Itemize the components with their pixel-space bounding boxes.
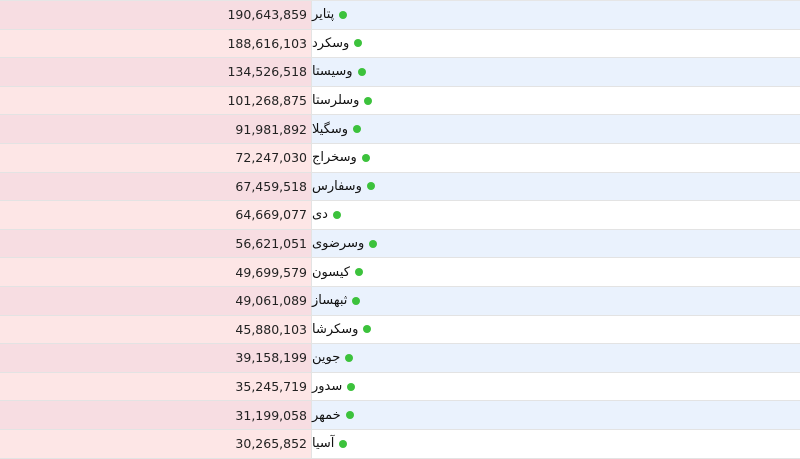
status-dot-icon	[357, 67, 366, 76]
symbol-label: وسگیلا	[312, 122, 362, 137]
table-row[interactable]: 134,526,518 وسیستا	[0, 58, 800, 87]
symbol-name[interactable]: وسکرشا	[312, 322, 358, 337]
name-cell: پتایر	[312, 1, 800, 29]
symbol-label: وسکرشا	[312, 322, 372, 337]
symbol-label: سدور	[312, 379, 356, 394]
value-cell: 45,880,103	[0, 315, 312, 344]
symbol-name[interactable]: سدور	[312, 379, 342, 394]
table-row[interactable]: 56,621,051 وسرضوی	[0, 229, 800, 259]
symbol-name[interactable]: وسیستا	[312, 64, 353, 79]
status-dot-icon	[354, 268, 363, 277]
symbol-label: وسلرستا	[312, 93, 373, 108]
symbol-name[interactable]: وسرضوی	[312, 236, 364, 251]
name-cell: وسگیلا	[312, 115, 800, 143]
name-cell: سدور	[312, 372, 800, 401]
symbol-label: وسفارس	[312, 179, 375, 194]
symbol-label: پتایر	[312, 7, 348, 22]
symbol-label: وسرضوی	[312, 236, 378, 251]
name-cell: جوین	[312, 344, 800, 372]
value-cell: 72,247,030	[0, 143, 312, 172]
symbol-name[interactable]: دی	[312, 207, 328, 222]
status-dot-icon	[345, 411, 354, 420]
table-row[interactable]: 39,158,199 جوین	[0, 344, 800, 373]
value-cell: 91,981,892	[0, 115, 312, 143]
value-cell: 31,199,058	[0, 401, 312, 429]
symbol-name[interactable]: کیسون	[312, 265, 350, 280]
symbol-name[interactable]: ثبهساز	[312, 293, 347, 308]
symbol-name[interactable]: آسیا	[312, 436, 334, 451]
table-row[interactable]: 190,643,859 پتایر	[0, 1, 800, 30]
table-row[interactable]: 35,245,719 سدور	[0, 372, 800, 402]
name-cell: خمهر	[312, 401, 800, 429]
table-row[interactable]: 188,616,103 وسکرد	[0, 29, 800, 59]
table-row[interactable]: 45,880,103 وسکرشا	[0, 315, 800, 345]
symbol-label: وسکرد	[312, 36, 363, 51]
name-cell: وسکرشا	[312, 315, 800, 344]
name-cell: وسفارس	[312, 172, 800, 201]
status-dot-icon	[332, 210, 341, 219]
name-cell: ثبهساز	[312, 286, 800, 315]
status-dot-icon	[352, 296, 361, 305]
symbol-name[interactable]: وسگیلا	[312, 122, 348, 137]
status-dot-icon	[347, 382, 356, 391]
symbol-label: خمهر	[312, 408, 354, 423]
symbol-label: ثبهساز	[312, 293, 361, 308]
status-dot-icon	[364, 96, 373, 105]
table-row[interactable]: 91,981,892 وسگیلا	[0, 115, 800, 144]
status-dot-icon	[363, 325, 372, 334]
symbol-label: وسیستا	[312, 64, 366, 79]
status-dot-icon	[353, 125, 362, 134]
status-dot-icon	[339, 439, 348, 448]
status-dot-icon	[354, 39, 363, 48]
symbol-name[interactable]: وسخراج	[312, 150, 357, 165]
table-row[interactable]: 72,247,030 وسخراج	[0, 143, 800, 173]
name-cell: وسلرستا	[312, 86, 800, 115]
name-cell: وسیستا	[312, 58, 800, 86]
symbol-label: دی	[312, 207, 341, 222]
value-cell: 190,643,859	[0, 1, 312, 29]
symbol-label: آسیا	[312, 436, 348, 451]
value-cell: 49,699,579	[0, 258, 312, 286]
status-dot-icon	[339, 10, 348, 19]
value-cell: 101,268,875	[0, 86, 312, 115]
status-dot-icon	[366, 182, 375, 191]
symbol-name[interactable]: خمهر	[312, 408, 341, 423]
value-cell: 134,526,518	[0, 58, 312, 86]
value-cell: 35,245,719	[0, 372, 312, 401]
name-cell: دی	[312, 201, 800, 229]
status-dot-icon	[369, 239, 378, 248]
symbol-name[interactable]: وسلرستا	[312, 93, 359, 108]
table-row[interactable]: 49,699,579 کیسون	[0, 258, 800, 287]
table-row[interactable]: 101,268,875 وسلرستا	[0, 86, 800, 116]
table-row[interactable]: 30,265,852 آسیا	[0, 429, 800, 459]
name-cell: آسیا	[312, 429, 800, 458]
symbol-label: کیسون	[312, 265, 363, 280]
symbol-name[interactable]: وسفارس	[312, 179, 362, 194]
value-cell: 49,061,089	[0, 286, 312, 315]
value-cell: 188,616,103	[0, 29, 312, 58]
stock-value-table: 190,643,859 پتایر 188,616,103 وسکرد 134,…	[0, 0, 800, 459]
symbol-label: وسخراج	[312, 150, 370, 165]
symbol-name[interactable]: پتایر	[312, 7, 334, 22]
name-cell: وسرضوی	[312, 229, 800, 258]
symbol-label: جوین	[312, 350, 354, 365]
status-dot-icon	[345, 353, 354, 362]
value-cell: 56,621,051	[0, 229, 312, 258]
status-dot-icon	[361, 153, 370, 162]
name-cell: وسکرد	[312, 29, 800, 58]
value-cell: 39,158,199	[0, 344, 312, 372]
value-cell: 64,669,077	[0, 201, 312, 229]
symbol-name[interactable]: جوین	[312, 350, 340, 365]
table-row[interactable]: 67,459,518 وسفارس	[0, 172, 800, 202]
table-row[interactable]: 31,199,058 خمهر	[0, 401, 800, 430]
symbol-name[interactable]: وسکرد	[312, 36, 349, 51]
name-cell: کیسون	[312, 258, 800, 286]
name-cell: وسخراج	[312, 143, 800, 172]
table-row[interactable]: 64,669,077 دی	[0, 201, 800, 230]
value-cell: 30,265,852	[0, 429, 312, 458]
table-row[interactable]: 49,061,089 ثبهساز	[0, 286, 800, 316]
value-cell: 67,459,518	[0, 172, 312, 201]
